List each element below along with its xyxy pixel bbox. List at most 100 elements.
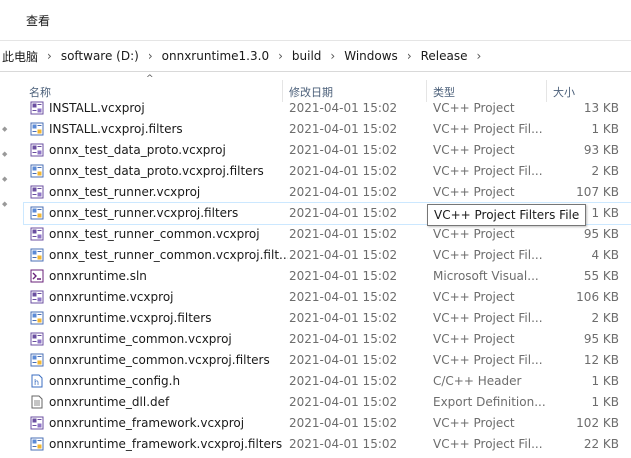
file-row[interactable]: onnxruntime.sln 2021-04-01 15:02 Microsoft… <box>24 266 631 287</box>
file-name: onnxruntime_framework.vcxproj.filters <box>49 437 283 451</box>
file-size: 2 KB <box>591 164 619 178</box>
file-type: VC++ Project <box>433 143 515 157</box>
file-row[interactable]: INSTALL.vcxproj.filters 2021-04-01 15:02 V… <box>24 119 631 140</box>
file-name: onnx_test_data_proto.vcxproj <box>49 143 226 157</box>
file-type: VC++ Project Fil... <box>433 437 543 451</box>
file-modified-date: 2021-04-01 15:02 <box>289 395 398 409</box>
file-modified-date: 2021-04-01 15:02 <box>289 269 398 283</box>
file-row[interactable]: INSTALL.vcxproj 2021-04-01 15:02 VC++ Proj… <box>24 98 631 119</box>
vcxproj-icon <box>30 416 44 430</box>
chevron-right-icon[interactable]: › <box>323 49 342 63</box>
file-size: 22 KB <box>583 437 619 451</box>
file-modified-date: 2021-04-01 15:02 <box>289 416 398 430</box>
breadcrumb-item[interactable]: onnxruntime1.3.0 <box>160 49 271 63</box>
file-row[interactable]: onnxruntime_dll.def 2021-04-01 15:02 Expor… <box>24 392 631 413</box>
file-type: VC++ Project <box>433 227 515 241</box>
file-size: 1 KB <box>591 206 619 220</box>
file-size: 95 KB <box>583 227 619 241</box>
file-size: 2 KB <box>591 311 619 325</box>
vcxproj-icon <box>30 143 44 157</box>
vcxproj-icon <box>30 185 44 199</box>
file-size: 55 KB <box>583 269 619 283</box>
file-row[interactable]: onnxruntime_common.vcxproj.filters 2021-0… <box>24 350 631 371</box>
breadcrumb-item[interactable]: build <box>290 49 324 63</box>
file-row[interactable]: onnx_test_runner.vcxproj 2021-04-01 15:02… <box>24 182 631 203</box>
file-row[interactable]: onnxruntime.vcxproj.filters 2021-04-01 15… <box>24 308 631 329</box>
file-modified-date: 2021-04-01 15:02 <box>289 248 398 262</box>
filters-icon <box>30 122 44 136</box>
file-modified-date: 2021-04-01 15:02 <box>289 332 398 346</box>
breadcrumb-item[interactable]: Windows <box>342 49 400 63</box>
file-name: onnxruntime_config.h <box>49 374 181 388</box>
chevron-right-icon[interactable]: › <box>470 49 489 63</box>
file-type: VC++ Project Fil... <box>433 353 543 367</box>
file-size: 1 KB <box>591 395 619 409</box>
vcxproj-icon <box>30 101 44 115</box>
file-type: VC++ Project <box>433 416 515 430</box>
file-size: 4 KB <box>591 248 619 262</box>
file-modified-date: 2021-04-01 15:02 <box>289 437 398 451</box>
file-row[interactable]: onnxruntime_framework.vcxproj.filters 202… <box>24 434 631 455</box>
file-row[interactable]: h onnxruntime_config.h 2021-04-01 15:02 C/C… <box>24 371 631 392</box>
file-type: VC++ Project <box>433 185 515 199</box>
file-modified-date: 2021-04-01 15:02 <box>289 290 398 304</box>
file-modified-date: 2021-04-01 15:02 <box>289 122 398 136</box>
file-row[interactable]: onnxruntime.vcxproj 2021-04-01 15:02 VC++ … <box>24 287 631 308</box>
file-name: onnxruntime.sln <box>49 269 147 283</box>
file-name: onnx_test_runner_common.vcxproj <box>49 227 260 241</box>
file-size: 93 KB <box>583 143 619 157</box>
file-modified-date: 2021-04-01 15:02 <box>289 353 398 367</box>
file-type: Export Definition... <box>433 395 546 409</box>
file-type: Microsoft Visual... <box>433 269 539 283</box>
chevron-right-icon[interactable]: › <box>141 49 160 63</box>
pin-icon: ◆ <box>2 150 8 158</box>
file-name: onnx_test_runner.vcxproj.filters <box>49 206 239 220</box>
chevron-right-icon[interactable]: › <box>400 49 419 63</box>
file-type: VC++ Project <box>433 290 515 304</box>
file-type: VC++ Project <box>433 332 515 346</box>
file-name: onnx_test_data_proto.vcxproj.filters <box>49 164 264 178</box>
pin-icon: ◆ <box>2 200 8 208</box>
vcxproj-icon <box>30 332 44 346</box>
file-name: INSTALL.vcxproj.filters <box>49 122 183 136</box>
file-modified-date: 2021-04-01 15:02 <box>289 206 398 220</box>
file-row[interactable]: onnxruntime_framework.vcxproj 2021-04-01 … <box>24 413 631 434</box>
svg-text:h: h <box>34 378 39 387</box>
breadcrumb-item[interactable]: 此电脑 <box>0 48 40 65</box>
file-type: C/C++ Header <box>433 374 522 388</box>
breadcrumb-item[interactable]: software (D:) <box>59 49 141 63</box>
file-size: 1 KB <box>591 122 619 136</box>
header-file-icon: h <box>30 374 44 388</box>
address-bar[interactable]: 此电脑 › software (D:) › onnxruntime1.3.0 › build… <box>0 41 631 72</box>
file-modified-date: 2021-04-01 15:02 <box>289 164 398 178</box>
file-size: 106 KB <box>576 290 619 304</box>
filters-icon <box>30 206 44 220</box>
pin-icon: ◆ <box>2 125 8 133</box>
file-row[interactable]: onnx_test_runner_common.vcxproj 2021-04-0… <box>24 224 631 245</box>
file-size: 13 KB <box>583 101 619 115</box>
sort-ascending-icon: ^ <box>146 74 154 84</box>
chevron-right-icon[interactable]: › <box>271 49 290 63</box>
file-type: VC++ Project Fil... <box>433 311 543 325</box>
file-name: onnx_test_runner_common.vcxproj.filt... <box>49 248 288 262</box>
file-name: onnxruntime_dll.def <box>49 395 170 409</box>
file-row[interactable]: onnx_test_data_proto.vcxproj 2021-04-01 1… <box>24 140 631 161</box>
file-name: onnxruntime_common.vcxproj.filters <box>49 353 270 367</box>
breadcrumb-item[interactable]: Release <box>419 49 470 63</box>
file-type: VC++ Project <box>433 101 515 115</box>
file-type: VC++ Project Fil... <box>433 164 543 178</box>
ribbon: 查看 <box>0 0 631 41</box>
file-size: 1 KB <box>591 374 619 388</box>
filters-icon <box>30 164 44 178</box>
file-name: onnxruntime_framework.vcxproj <box>49 416 245 430</box>
tab-view[interactable]: 查看 <box>26 12 50 29</box>
file-row[interactable]: onnx_test_runner_common.vcxproj.filt... 2… <box>24 245 631 266</box>
chevron-right-icon[interactable]: › <box>40 49 59 63</box>
file-size: 102 KB <box>576 416 619 430</box>
file-modified-date: 2021-04-01 15:02 <box>289 311 398 325</box>
file-name: onnxruntime_common.vcxproj <box>49 332 232 346</box>
file-modified-date: 2021-04-01 15:02 <box>289 185 398 199</box>
filters-icon <box>30 248 44 262</box>
file-row[interactable]: onnxruntime_common.vcxproj 2021-04-01 15:… <box>24 329 631 350</box>
file-row[interactable]: onnx_test_data_proto.vcxproj.filters 2021… <box>24 161 631 182</box>
